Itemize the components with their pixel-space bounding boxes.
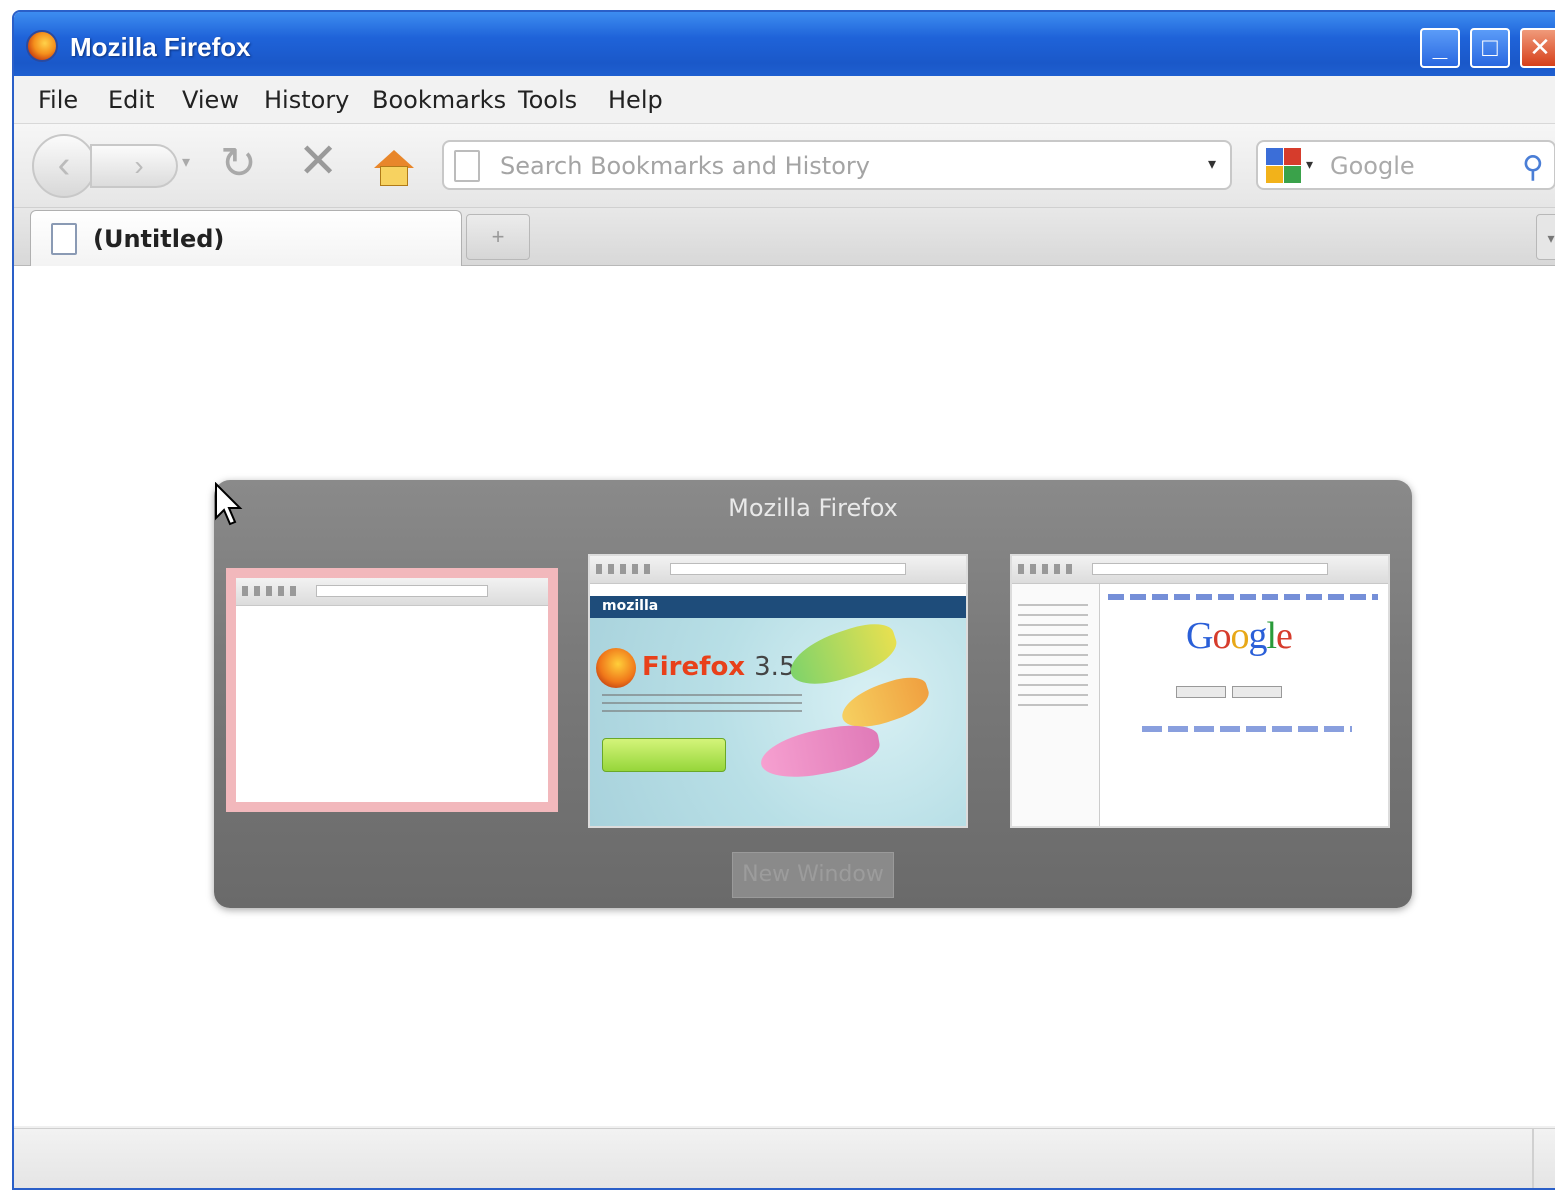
window-thumbnail-untitled[interactable] (226, 568, 558, 812)
firefox-hero: Firefox 3.5 (590, 616, 966, 826)
menu-help[interactable]: Help (608, 86, 663, 114)
search-icon[interactable]: ⚲ (1522, 150, 1544, 185)
pink-dolphin-illustration (757, 719, 883, 785)
new-window-button[interactable]: New Window (732, 852, 894, 898)
url-input[interactable] (500, 150, 1180, 182)
new-tab-button[interactable]: + (466, 214, 530, 260)
close-button[interactable]: ✕ (1520, 28, 1555, 68)
url-bar[interactable]: ▾ (442, 140, 1232, 190)
window-title: Mozilla Firefox (70, 32, 251, 62)
tab-bar: (Untitled) + ▾ (14, 208, 1555, 266)
menu-view[interactable]: View (182, 86, 239, 114)
menu-bookmarks[interactable]: Bookmarks (372, 86, 506, 114)
firefox-product-text: Firefox 3.5 (642, 652, 796, 682)
home-icon[interactable] (374, 150, 414, 186)
search-input[interactable] (1330, 150, 1500, 182)
window-switcher-panel: Mozilla Firefox mozilla Firefox 3.5 Goog… (214, 480, 1412, 908)
hero-text-lines (602, 694, 802, 718)
firefox-logo-icon (596, 648, 636, 688)
back-button[interactable]: ‹ (32, 134, 96, 198)
back-forward-group: ‹ › ▾ (32, 134, 196, 198)
firefox-product-name: Firefox (642, 652, 746, 682)
window-thumbnail-mozilla[interactable]: mozilla Firefox 3.5 (588, 554, 968, 828)
google-footer-links (1142, 726, 1352, 732)
reload-icon[interactable]: ↻ (220, 142, 257, 186)
minimize-button[interactable]: _ (1420, 28, 1460, 68)
history-dropdown-icon[interactable]: ▾ (182, 152, 190, 172)
menu-history[interactable]: History (264, 86, 349, 114)
tab-title: (Untitled) (93, 225, 225, 253)
menu-bar: File Edit View History Bookmarks Tools H… (14, 76, 1555, 124)
firefox-icon (26, 30, 58, 62)
mozilla-header: mozilla (590, 596, 966, 618)
menu-tools[interactable]: Tools (518, 86, 577, 114)
download-button (602, 738, 726, 772)
switcher-title: Mozilla Firefox (728, 494, 898, 522)
tab-list-button[interactable]: ▾ (1536, 214, 1555, 260)
menu-file[interactable]: File (38, 86, 78, 114)
url-dropdown-icon[interactable]: ▾ (1208, 154, 1216, 174)
google-lucky-button (1232, 686, 1282, 698)
window-thumbnail-google[interactable]: Google (1010, 554, 1390, 828)
page-icon (454, 150, 480, 182)
search-bar[interactable]: ▾ ⚲ (1256, 140, 1555, 190)
thumbnail-toolbar (1012, 556, 1388, 584)
bookmarks-sidebar (1012, 584, 1100, 826)
firefox-version: 3.5 (754, 652, 796, 682)
navigation-toolbar: ‹ › ▾ ↻ ✕ ▾ ▾ ⚲ (14, 124, 1555, 208)
thumbnail-toolbar (236, 578, 548, 606)
google-top-links (1108, 594, 1378, 600)
maximize-button[interactable]: □ (1470, 28, 1510, 68)
thumbnail-toolbar (590, 556, 966, 584)
engine-dropdown-icon[interactable]: ▾ (1306, 156, 1313, 173)
forward-button[interactable]: › (90, 144, 178, 188)
home-icon-body (380, 166, 408, 186)
mozilla-logo: mozilla (602, 598, 659, 614)
google-search-button (1176, 686, 1226, 698)
resize-grip[interactable] (1532, 1129, 1534, 1188)
google-engine-icon[interactable] (1266, 148, 1302, 184)
status-bar (14, 1128, 1555, 1188)
tab-untitled[interactable]: (Untitled) (30, 210, 462, 266)
menu-edit[interactable]: Edit (108, 86, 154, 114)
google-logo: Google (1186, 615, 1293, 657)
stop-icon[interactable]: ✕ (298, 138, 338, 186)
title-bar[interactable]: Mozilla Firefox _ □ ✕ (14, 12, 1555, 76)
page-icon (51, 223, 77, 255)
